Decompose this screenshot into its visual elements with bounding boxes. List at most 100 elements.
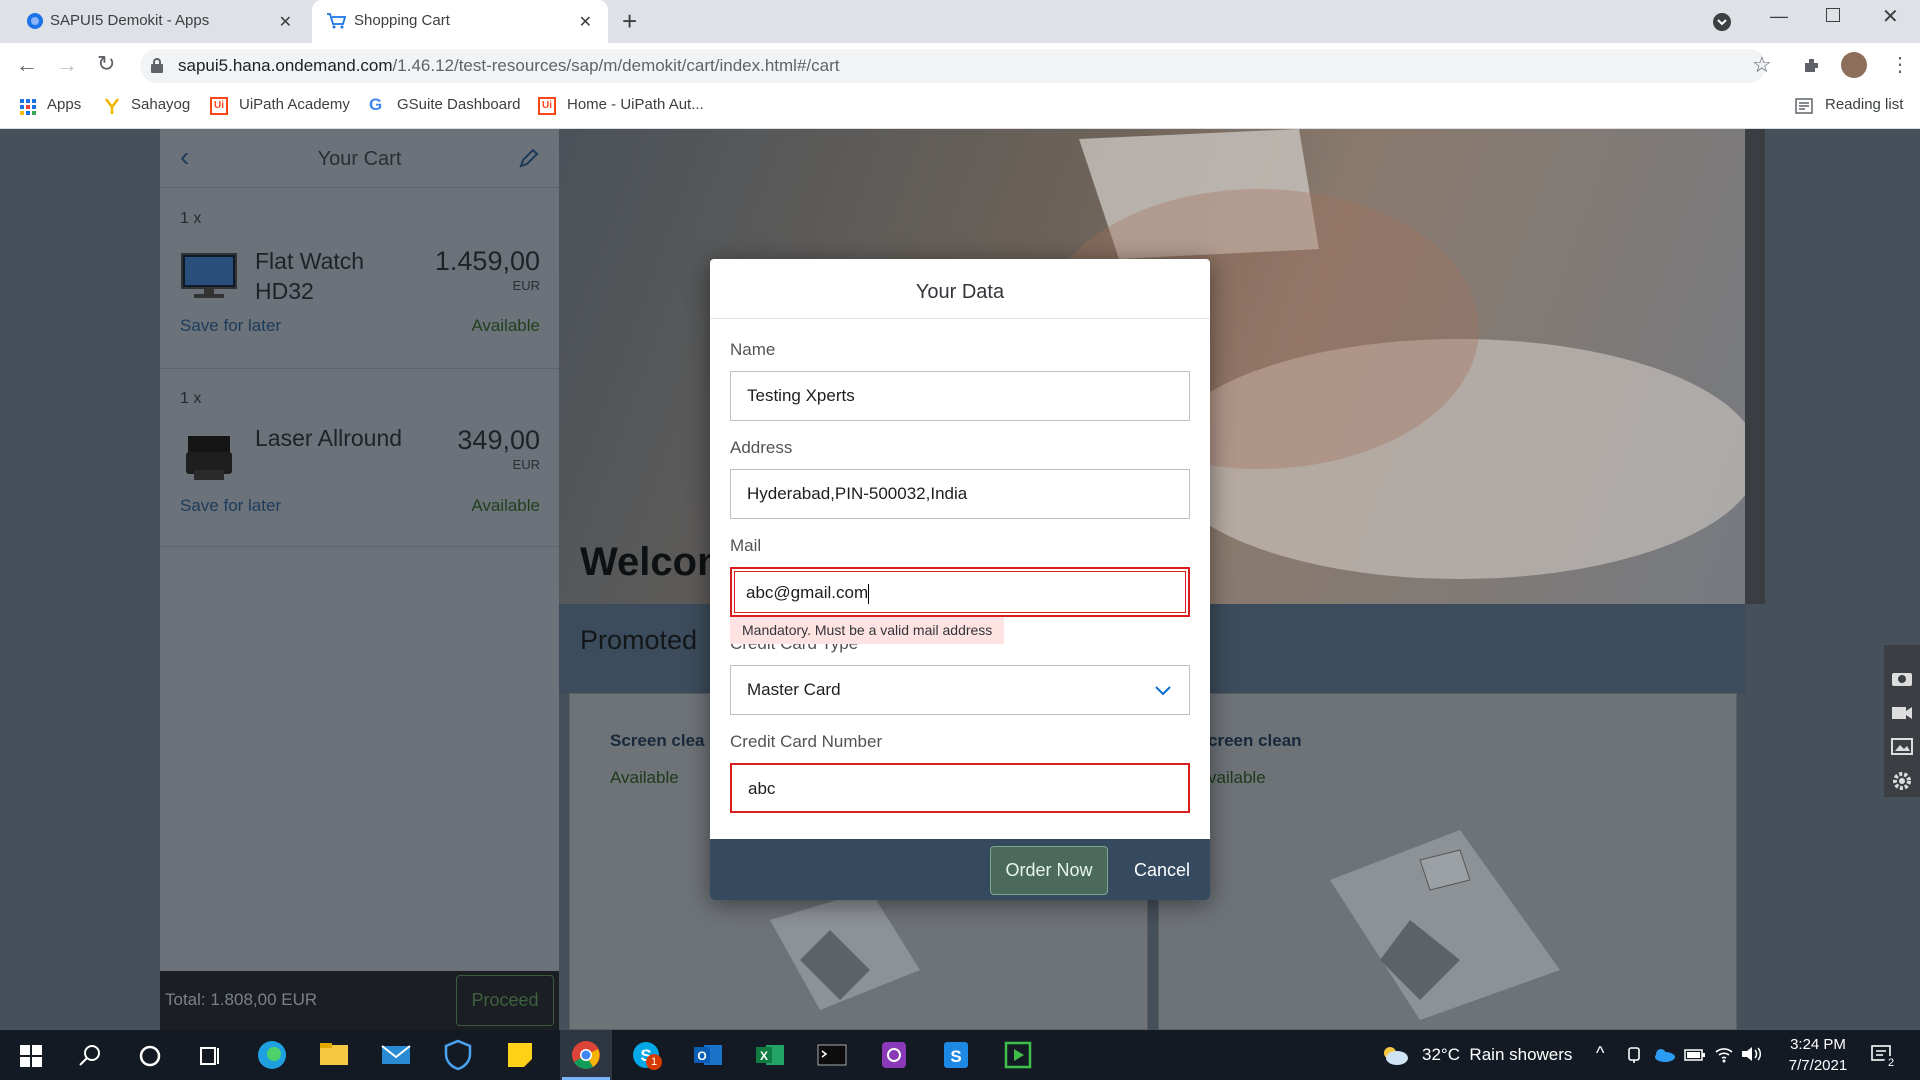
tab-search-icon[interactable] [1712,12,1732,32]
bookmark-gsuite[interactable]: GSuite Dashboard [397,96,520,113]
sticky-notes-icon[interactable] [502,1037,538,1073]
screen-cleaner-image [770,890,920,1010]
restore-icon[interactable] [1826,8,1840,22]
divider [160,368,559,369]
windows-start-icon[interactable] [20,1045,42,1067]
bookmark-star-icon[interactable]: ☆ [1752,52,1772,78]
svg-text:S: S [950,1047,961,1066]
cart-item-status: Available [471,496,540,515]
uipath-robot-icon[interactable] [1000,1037,1036,1073]
close-icon[interactable]: ✕ [579,12,592,32]
search-icon[interactable] [78,1044,102,1068]
promo-card-title[interactable]: creen clean [1208,731,1302,751]
back-icon[interactable]: ← [16,52,38,78]
reading-list[interactable]: Reading list [1825,96,1903,113]
svg-text:X: X [760,1049,768,1063]
cart-item-name[interactable]: Flat Watch HD32 [255,246,364,306]
cart-item-price: 1.459,00 [434,246,540,276]
chevron-down-icon[interactable] [1154,685,1172,697]
extensions-icon[interactable] [1802,55,1822,75]
promoted-heading: Promoted [580,625,698,655]
chrome-icon[interactable] [568,1037,604,1073]
mail-field[interactable]: abc@gmail.com [730,567,1190,617]
minimize-icon[interactable]: — [1770,6,1788,27]
edit-icon[interactable] [518,147,540,169]
sahayog-icon [105,98,119,114]
new-tab-icon[interactable]: + [622,6,637,37]
clock-time: 3:24 PM [1790,1036,1846,1053]
promo-card-title[interactable]: Screen clea [610,731,705,751]
taskbar-clock[interactable]: 3:24 PM 7/7/2021 [1772,1034,1864,1076]
address-field[interactable]: Hyderabad,PIN-500032,India [730,469,1190,519]
cart-item-qty: 1 x [180,390,202,407]
mail-error-message: Mandatory. Must be a valid mail address [730,617,1005,644]
address-label: Address [730,438,793,457]
credit-card-type-value: Master Card [747,680,841,699]
order-now-button[interactable]: Order Now [990,846,1108,895]
window-close-icon[interactable]: ✕ [1882,4,1899,29]
lock-icon [151,58,163,73]
gear-icon[interactable] [1890,770,1914,792]
uipath-icon: Ui [538,97,556,115]
bookmark-uipath-academy[interactable]: UiPath Academy [239,96,350,113]
cart-item-price: 349,00 [457,425,540,455]
svg-text:O: O [697,1049,706,1063]
printer-icon [186,436,232,480]
tab-shopping-cart[interactable]: Shopping Cart ✕ [312,0,608,43]
edge-icon[interactable] [254,1037,290,1073]
hero-scroll-edge [1745,129,1765,604]
outlook-icon[interactable]: O [690,1037,726,1073]
cortana-icon[interactable] [138,1044,162,1068]
onedrive-icon[interactable] [1652,1047,1676,1063]
save-for-later-link[interactable]: Save for later [180,496,281,516]
tab-label: SAPUI5 Demokit - Apps [50,12,210,29]
cart-icon [327,13,346,29]
close-icon[interactable]: ✕ [279,12,292,32]
name-field[interactable]: Testing Xperts [730,371,1190,421]
globe-icon [27,13,43,29]
proceed-button[interactable]: Proceed [456,975,554,1026]
gallery-icon[interactable] [1890,736,1914,756]
camera-icon[interactable] [1890,668,1914,688]
menu-icon[interactable]: ⋮ [1890,52,1910,77]
monitor-icon [181,253,237,298]
tab-label: Shopping Cart [354,12,450,29]
file-explorer-icon[interactable] [316,1037,352,1073]
uipath-assistant-icon[interactable] [876,1037,912,1073]
cart-item-name-line2: HD32 [255,278,314,304]
security-icon[interactable] [440,1037,476,1073]
chevron-up-icon[interactable]: ^ [1596,1043,1604,1064]
uipath-icon: Ui [210,97,228,115]
bookmark-uipath-home[interactable]: Home - UiPath Aut... [567,96,704,113]
uipath-studio-icon[interactable]: S [938,1037,974,1073]
wifi-icon[interactable] [1714,1045,1734,1063]
task-view-icon[interactable] [198,1044,222,1068]
cart-item-name[interactable]: Laser Allround [255,425,402,452]
video-icon[interactable] [1890,702,1914,722]
terminal-icon[interactable] [814,1037,850,1073]
weather-text[interactable]: 32°C Rain showers [1422,1045,1572,1065]
promo-card-status: Available [610,768,679,787]
notification-badge: 1 [646,1054,662,1070]
forward-icon[interactable]: → [56,52,78,78]
mail-icon[interactable] [378,1037,414,1073]
tab-sapui5-demokit[interactable]: SAPUI5 Demokit - Apps ✕ [8,0,308,43]
credit-card-type-select[interactable]: Master Card [730,665,1190,715]
reload-icon[interactable]: ↻ [97,51,115,77]
credit-card-number-field[interactable]: abc [730,763,1190,813]
cart-item-currency: EUR [512,457,540,472]
apps-grid-icon [20,99,36,115]
meet-now-icon[interactable] [1626,1046,1642,1064]
cart-item-status: Available [471,316,540,335]
avatar[interactable] [1841,52,1867,78]
bookmark-apps[interactable]: Apps [47,96,81,113]
volume-icon[interactable] [1740,1045,1762,1063]
excel-icon[interactable]: X [752,1037,788,1073]
credit-card-number-label: Credit Card Number [730,732,883,751]
save-for-later-link[interactable]: Save for later [180,316,281,336]
clock-date: 7/7/2021 [1788,1057,1848,1074]
battery-icon[interactable] [1684,1048,1706,1062]
bookmark-sahayog[interactable]: Sahayog [131,96,190,113]
cancel-button[interactable]: Cancel [1125,846,1199,895]
promo-card-status: vailable [1208,768,1266,787]
